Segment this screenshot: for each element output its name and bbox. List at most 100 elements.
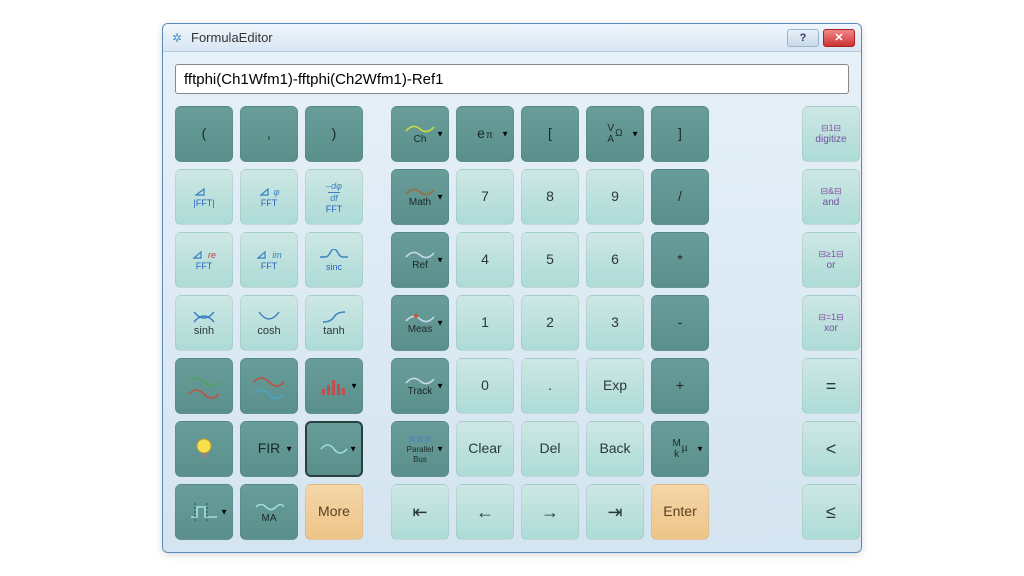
num-9-button[interactable]: 9 (586, 169, 644, 225)
exp-button[interactable]: Exp (586, 358, 644, 414)
cosh-icon (257, 310, 281, 324)
keypad: ( , ) Ch ▼ eπ ▼ [ VA Ω ▼ ] (175, 106, 849, 540)
cosh-button[interactable]: cosh (240, 295, 298, 351)
tanh-icon (321, 310, 347, 324)
angle-icon (192, 250, 206, 260)
chevron-down-icon: ▼ (436, 130, 444, 139)
num-0-button[interactable]: 0 (456, 358, 514, 414)
angle-icon (256, 250, 270, 260)
or-button[interactable]: ⊟≥1⊟or (802, 232, 860, 288)
fft-mag-button[interactable]: |FFT| (175, 169, 233, 225)
lightbulb-icon (193, 435, 215, 463)
left-button[interactable]: ← (456, 484, 514, 540)
content: ( , ) Ch ▼ eπ ▼ [ VA Ω ▼ ] (163, 52, 861, 552)
equal-button[interactable]: = (802, 358, 860, 414)
fft-phi-button[interactable]: φFFT (240, 169, 298, 225)
plus-button[interactable]: + (651, 358, 709, 414)
num-5-button[interactable]: 5 (521, 232, 579, 288)
sinh-icon (192, 310, 216, 324)
fft-im-button[interactable]: imFFT (240, 232, 298, 288)
xor-button[interactable]: ⊟=1⊟xor (802, 295, 860, 351)
clear-button[interactable]: Clear (456, 421, 514, 477)
chevron-down-icon: ▼ (436, 319, 444, 328)
gate-dropdown[interactable]: ▼ (175, 484, 233, 540)
num-2-button[interactable]: 2 (521, 295, 579, 351)
gate-icon: ⊟=1⊟ (818, 312, 843, 323)
fft-re-button[interactable]: reFFT (175, 232, 233, 288)
end-button[interactable]: ⇥ (586, 484, 644, 540)
epi-dropdown[interactable]: eπ ▼ (456, 106, 514, 162)
more-button[interactable]: More (305, 484, 363, 540)
min-wave-icon (252, 372, 286, 400)
less-equal-button[interactable]: ≤ (802, 484, 860, 540)
meas-dropdown[interactable]: Meas▼ (391, 295, 449, 351)
del-button[interactable]: Del (521, 421, 579, 477)
close-button[interactable]: ✕ (823, 29, 855, 47)
titlebar-buttons: ? ✕ (787, 29, 855, 47)
ch-dropdown[interactable]: Ch ▼ (391, 106, 449, 162)
sinc-icon (319, 249, 349, 261)
math-dropdown[interactable]: Math▼ (391, 169, 449, 225)
num-8-button[interactable]: 8 (521, 169, 579, 225)
wave-icon (405, 187, 435, 197)
num-3-button[interactable]: 3 (586, 295, 644, 351)
track-dropdown[interactable]: Track▼ (391, 358, 449, 414)
wave-min-button[interactable] (240, 358, 298, 414)
histogram-icon (319, 375, 349, 397)
angle-icon (259, 187, 273, 197)
chevron-down-icon: ▼ (436, 382, 444, 391)
enter-button[interactable]: Enter (651, 484, 709, 540)
scope-dropdown[interactable]: ▼ (305, 421, 363, 477)
ref-dropdown[interactable]: Ref▼ (391, 232, 449, 288)
unit-dropdown[interactable]: VA Ω ▼ (586, 106, 644, 162)
lparen-button[interactable]: ( (175, 106, 233, 162)
chevron-down-icon: ▼ (696, 445, 704, 454)
multiply-button[interactable]: * (651, 232, 709, 288)
back-button[interactable]: Back (586, 421, 644, 477)
num-4-button[interactable]: 4 (456, 232, 514, 288)
fir-dropdown[interactable]: FIR▼ (240, 421, 298, 477)
comma-button[interactable]: , (240, 106, 298, 162)
wave-max-button[interactable] (175, 358, 233, 414)
ma-wave-icon (254, 501, 284, 513)
num-6-button[interactable]: 6 (586, 232, 644, 288)
wave-icon (405, 250, 435, 260)
divide-button[interactable]: / (651, 169, 709, 225)
and-button[interactable]: ⊟&⊟and (802, 169, 860, 225)
rparen-button[interactable]: ) (305, 106, 363, 162)
less-than-button[interactable]: < (802, 421, 860, 477)
digitize-button[interactable]: ⊟1⊟digitize (802, 106, 860, 162)
formula-editor-window: ✲ FormulaEditor ? ✕ ( , ) Ch ▼ eπ ▼ [ (162, 23, 862, 553)
dot-button[interactable]: . (521, 358, 579, 414)
parallel-bus-dropdown[interactable]: ParallelBus▼ (391, 421, 449, 477)
angle-icon (194, 187, 214, 197)
max-wave-icon (187, 372, 221, 400)
chevron-down-icon: ▼ (436, 445, 444, 454)
bus-icon (407, 434, 433, 444)
bulb-button[interactable] (175, 421, 233, 477)
gate-icon: ⊟&⊟ (820, 186, 841, 197)
window-title: FormulaEditor (191, 30, 787, 45)
chevron-down-icon: ▼ (436, 256, 444, 265)
formula-input[interactable] (175, 64, 849, 94)
chevron-down-icon: ▼ (436, 193, 444, 202)
ma-button[interactable]: MA (240, 484, 298, 540)
minus-button[interactable]: - (651, 295, 709, 351)
sinh-button[interactable]: sinh (175, 295, 233, 351)
home-button[interactable]: ⇤ (391, 484, 449, 540)
app-icon: ✲ (169, 30, 185, 46)
num-1-button[interactable]: 1 (456, 295, 514, 351)
lbracket-button[interactable]: [ (521, 106, 579, 162)
chevron-down-icon: ▼ (285, 445, 293, 454)
sinc-button[interactable]: sinc (305, 232, 363, 288)
prefix-dropdown[interactable]: Mk µ ▼ (651, 421, 709, 477)
rbracket-button[interactable]: ] (651, 106, 709, 162)
histogram-dropdown[interactable]: ▼ (305, 358, 363, 414)
meas-icon (405, 312, 435, 324)
num-7-button[interactable]: 7 (456, 169, 514, 225)
chevron-down-icon: ▼ (631, 130, 639, 139)
tanh-button[interactable]: tanh (305, 295, 363, 351)
dphi-df-button[interactable]: –dφdfFFT (305, 169, 363, 225)
help-button[interactable]: ? (787, 29, 819, 47)
right-button[interactable]: → (521, 484, 579, 540)
